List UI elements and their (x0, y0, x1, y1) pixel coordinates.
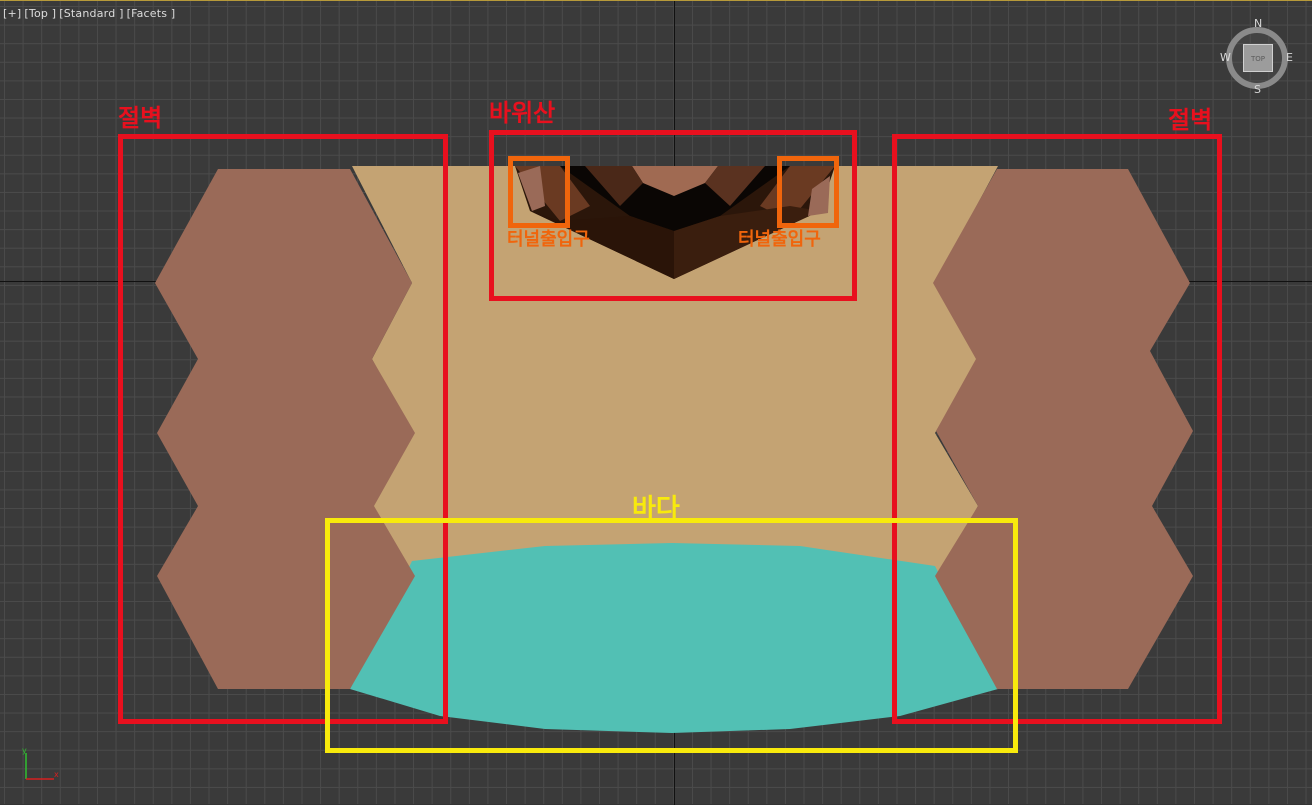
tunnel-left-label: 터널출입구 (507, 229, 590, 250)
top-viewport[interactable]: [+] [Top ] [Standard ] [Facets ] 절벽 바위산 … (0, 0, 1312, 805)
sea-label: 바다 (632, 494, 680, 524)
compass-north-label: N (1254, 17, 1263, 30)
axis-x-label: x (54, 770, 59, 779)
tunnel-right-label: 터널출입구 (738, 229, 821, 250)
viewcube[interactable]: TOP N S E W (1220, 17, 1296, 96)
compass-west-label: W (1220, 51, 1231, 64)
tunnel-right-annotation-box (777, 156, 839, 228)
sea-annotation-box (325, 518, 1018, 753)
cliff-right-label: 절벽 (1168, 106, 1213, 134)
compass-east-label: E (1286, 51, 1293, 64)
cliff-left-label: 절벽 (118, 104, 163, 132)
rock-mountain-label: 바위산 (489, 99, 556, 127)
viewcube-top-face[interactable]: TOP (1243, 44, 1273, 72)
tunnel-left-annotation-box (508, 156, 570, 228)
axis-y-label: y (22, 746, 27, 755)
axis-tripod-icon: y x (22, 746, 59, 780)
compass-south-label: S (1254, 83, 1261, 96)
